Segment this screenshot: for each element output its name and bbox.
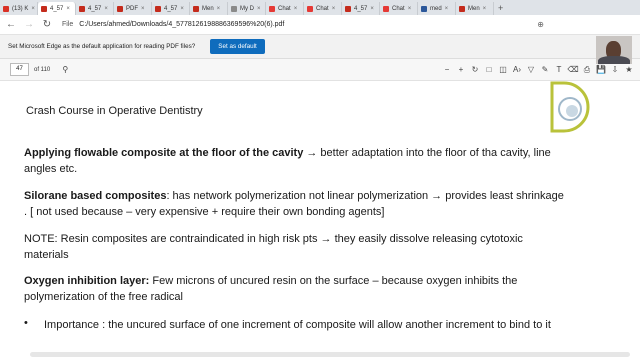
page-number-input[interactable]: 47 [10,63,29,76]
oxygen-heading: Oxygen inhibition layer: [24,275,150,287]
address-actions: ⊕ [537,20,544,29]
close-tab-icon[interactable]: × [332,6,336,12]
close-tab-icon[interactable]: × [408,6,412,12]
infobar-text: Set Microsoft Edge as the default applic… [8,43,196,50]
tab-label: 4_57 [354,5,368,12]
tab-label: Chat [392,5,405,12]
browser-tab[interactable]: 4_57 × [38,2,76,15]
browser-tab[interactable]: Men × [190,2,228,15]
read-aloud-icon[interactable]: A› [510,65,524,74]
draw-icon[interactable]: ✎ [538,65,552,74]
tab-favicon-icon [269,5,275,12]
close-tab-icon[interactable]: × [180,6,184,12]
tab-label: (13) K [12,5,29,12]
bullet-marker: • [24,317,28,329]
tab-favicon-icon [459,5,465,12]
pdf-toolbar: 47 of 110 ⚲ − + ↻ □ ◫ A› ▽ ✎ T ⌫ ⎙ 💾 ⇩ ★ [0,59,640,81]
erase-icon[interactable]: ⌫ [566,65,580,74]
tab-label: 4_57 [164,5,178,12]
browser-tab[interactable]: Chat × [266,2,304,15]
address-bar: ← → ↻ File C:/Users/ahmed/Downloads/4_57… [0,15,640,35]
tab-favicon-icon [193,5,199,12]
tab-favicon-icon [41,5,47,12]
fit-page-icon[interactable]: □ [482,65,496,74]
browser-tab[interactable]: 4_57 × [76,2,114,15]
print-icon[interactable]: ⎙ [580,65,594,75]
tab-favicon-icon [421,5,427,12]
tab-favicon-icon [231,5,237,12]
paragraph-oxygen: Oxygen inhibition layer: Few microns of … [24,273,569,305]
browser-tab[interactable]: My D × [228,2,266,15]
save-as-icon[interactable]: ⇩ [608,65,622,74]
new-tab-icon[interactable]: + [494,2,507,15]
page-view-icon[interactable]: ◫ [496,65,510,74]
tab-favicon-icon [345,5,351,12]
url-scheme: File [62,21,74,28]
close-tab-icon[interactable]: × [483,6,487,12]
logo-icon [550,81,590,133]
tab-label: Men [202,5,214,12]
pdf-page: Crash Course in Operative Dentistry Appl… [0,81,640,360]
close-tab-icon[interactable]: × [141,6,145,12]
browser-tab[interactable]: Chat × [380,2,418,15]
browser-tab[interactable]: (13) K × [0,2,38,15]
tab-favicon-icon [155,5,161,12]
forward-icon[interactable]: → [22,18,36,32]
browser-tab[interactable]: Men × [456,2,494,15]
browser-tab[interactable]: PDF × [114,2,152,15]
browser-tab[interactable]: 4_57 × [342,2,380,15]
add-text-icon[interactable]: T [552,65,566,74]
url-field[interactable]: File C:/Users/ahmed/Downloads/4_57781261… [62,21,284,28]
tab-label: My D [240,5,254,12]
default-app-infobar: Set Microsoft Edge as the default applic… [0,35,640,59]
close-tab-icon[interactable]: × [370,6,374,12]
webcam-overlay [596,36,632,64]
presenter-body [598,56,630,64]
tab-label: Chat [278,5,291,12]
paragraph-note: NOTE: Resin composites are contraindicat… [24,233,523,261]
save-icon[interactable]: 💾 [594,65,608,74]
tab-favicon-icon [307,5,313,12]
search-icon[interactable]: ⚲ [58,65,72,74]
tab-strip: (13) K × 4_57 × 4_57 × PDF × 4_57 × Men × My D × Chat ×… [0,0,640,15]
document-title: Crash Course in Operative Dentistry [26,105,203,117]
tab-favicon-icon [3,5,9,12]
tab-label: Chat [316,5,329,12]
close-tab-icon[interactable]: × [31,6,35,12]
highlight-icon[interactable]: ▽ [524,65,538,74]
close-tab-icon[interactable]: × [445,6,449,12]
bullet-importance: Importance : the uncured surface of one … [44,319,551,331]
rotate-icon[interactable]: ↻ [468,65,482,74]
close-tab-icon[interactable]: × [217,6,221,12]
tab-label: Men [468,5,480,12]
browser-tab[interactable]: Chat × [304,2,342,15]
tab-favicon-icon [117,5,123,12]
horizontal-scrollbar[interactable] [30,352,630,357]
zoom-icon[interactable]: ⊕ [537,20,544,29]
refresh-icon[interactable]: ↻ [40,18,54,32]
tab-label: 4_57 [50,5,64,12]
close-tab-icon[interactable]: × [104,6,108,12]
browser-tab[interactable]: med × [418,2,456,15]
page-count: of 110 [34,66,51,73]
close-tab-icon[interactable]: × [66,6,70,12]
zoom-in-icon[interactable]: + [454,65,468,74]
silorane-heading: Silorane based composites [24,190,167,202]
tab-label: 4_57 [88,5,102,12]
set-as-default-button[interactable]: Set as default [210,39,265,54]
url-text: C:/Users/ahmed/Downloads/4_5778126198886… [79,21,285,28]
pin-icon[interactable]: ★ [622,65,636,74]
tab-label: PDF [126,5,138,12]
close-tab-icon[interactable]: × [294,6,298,12]
paragraph-flowable: Applying flowable composite at the floor… [24,145,569,177]
back-icon[interactable]: ← [4,18,18,32]
zoom-out-icon[interactable]: − [440,65,454,74]
tab-favicon-icon [79,5,85,12]
paragraph-silorane: Silorane based composites: has network p… [24,188,569,220]
close-tab-icon[interactable]: × [257,6,261,12]
tab-favicon-icon [383,5,389,12]
flowable-heading: Applying flowable composite at the floor… [24,147,304,159]
tab-label: med [430,5,442,12]
browser-tab[interactable]: 4_57 × [152,2,190,15]
